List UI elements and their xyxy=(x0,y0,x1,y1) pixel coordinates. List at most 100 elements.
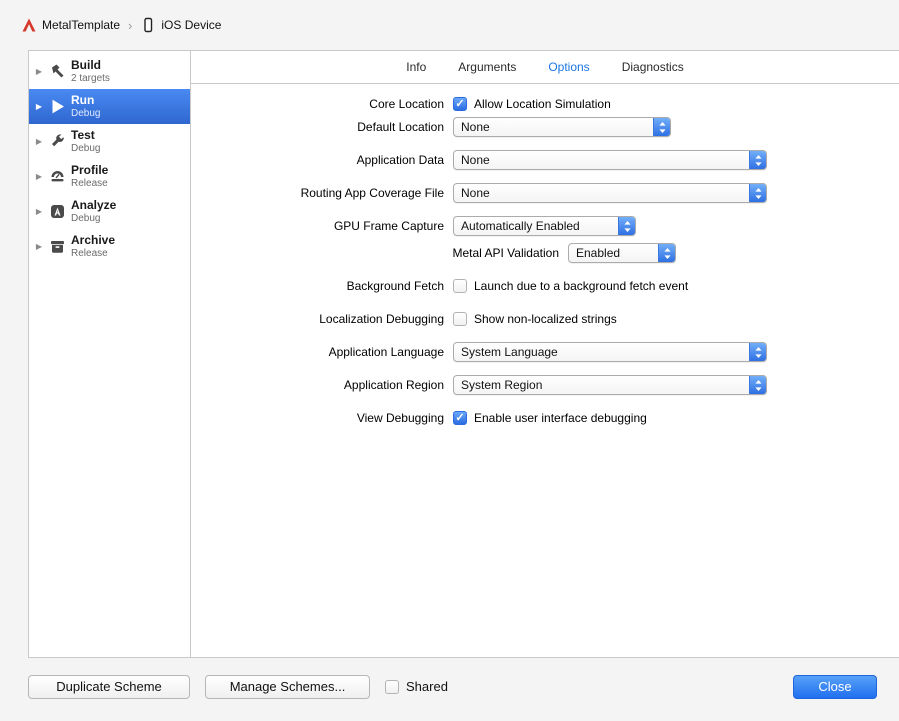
application-language-select[interactable]: System Language xyxy=(453,342,767,362)
sidebar-item-run[interactable]: ▶ Run Debug xyxy=(29,89,190,124)
disclosure-triangle-icon[interactable]: ▶ xyxy=(34,67,44,76)
destination-name: iOS Device xyxy=(161,18,222,32)
dropdown-stepper-icon xyxy=(618,217,635,235)
disclosure-triangle-icon[interactable]: ▶ xyxy=(34,207,44,216)
disclosure-triangle-icon[interactable]: ▶ xyxy=(34,242,44,251)
sidebar-item-sublabel: Release xyxy=(71,247,108,259)
sidebar-item-sublabel: Debug xyxy=(71,212,101,224)
application-language-label: Application Language xyxy=(328,345,444,359)
default-location-select[interactable]: None xyxy=(453,117,671,137)
sidebar-item-sublabel: Release xyxy=(71,177,108,189)
archive-box-icon xyxy=(49,238,66,255)
ios-device-icon xyxy=(140,17,156,33)
options-form: Core Location Allow Location Simulation … xyxy=(191,84,899,441)
core-location-row: Core Location Allow Location Simulation xyxy=(191,94,899,114)
breadcrumb-scheme[interactable]: MetalTemplate xyxy=(21,17,120,33)
sidebar-item-archive[interactable]: ▶ Archive Release xyxy=(29,229,190,264)
tab-info[interactable]: Info xyxy=(406,60,426,74)
metal-api-validation-row: Metal API Validation Enabled xyxy=(191,243,899,263)
routing-app-coverage-value: None xyxy=(461,186,490,200)
view-debugging-label: View Debugging xyxy=(356,411,444,425)
application-data-value: None xyxy=(461,153,490,167)
profile-gauge-icon xyxy=(49,168,66,185)
shared-option: Shared xyxy=(385,679,448,694)
default-location-row: Default Location None xyxy=(191,117,899,137)
allow-location-simulation-label: Allow Location Simulation xyxy=(474,97,611,111)
localization-debugging-label: Localization Debugging xyxy=(319,312,444,326)
application-data-label: Application Data xyxy=(356,153,444,167)
localization-debugging-checkbox[interactable] xyxy=(453,312,467,326)
view-debugging-checkbox-label: Enable user interface debugging xyxy=(474,411,647,425)
gpu-frame-capture-select[interactable]: Automatically Enabled xyxy=(453,216,636,236)
allow-location-simulation-checkbox[interactable] xyxy=(453,97,467,111)
gpu-frame-capture-value: Automatically Enabled xyxy=(461,219,580,233)
sidebar-item-label: Build xyxy=(71,58,101,73)
background-fetch-checkbox[interactable] xyxy=(453,279,467,293)
dropdown-stepper-icon xyxy=(749,184,766,202)
dropdown-stepper-icon xyxy=(658,244,675,262)
disclosure-triangle-icon[interactable]: ▶ xyxy=(34,137,44,146)
application-region-select[interactable]: System Region xyxy=(453,375,767,395)
dropdown-stepper-icon xyxy=(749,376,766,394)
sidebar-item-analyze[interactable]: ▶ Analyze Debug xyxy=(29,194,190,229)
dropdown-stepper-icon xyxy=(749,343,766,361)
application-language-value: System Language xyxy=(461,345,558,359)
gpu-frame-capture-label: GPU Frame Capture xyxy=(333,219,444,233)
disclosure-triangle-icon[interactable]: ▶ xyxy=(34,172,44,181)
tab-diagnostics[interactable]: Diagnostics xyxy=(622,60,684,74)
routing-app-coverage-label: Routing App Coverage File xyxy=(300,186,444,200)
sidebar-item-test[interactable]: ▶ Test Debug xyxy=(29,124,190,159)
sidebar-item-sublabel: 2 targets xyxy=(71,72,110,84)
routing-app-coverage-row: Routing App Coverage File None xyxy=(191,183,899,203)
shared-label: Shared xyxy=(406,679,448,694)
analyze-a-icon xyxy=(49,203,66,220)
metal-api-validation-select[interactable]: Enabled xyxy=(568,243,676,263)
sidebar-item-label: Analyze xyxy=(71,198,117,213)
application-language-row: Application Language System Language xyxy=(191,342,899,362)
sidebar-item-sublabel: Debug xyxy=(71,107,101,119)
build-hammer-icon xyxy=(49,63,66,80)
shared-checkbox[interactable] xyxy=(385,679,399,694)
application-region-label: Application Region xyxy=(343,378,444,392)
sidebar-item-label: Run xyxy=(71,93,95,108)
options-pane: Info Arguments Options Diagnostics Core … xyxy=(191,51,899,657)
background-fetch-label: Background Fetch xyxy=(346,279,444,293)
default-location-label: Default Location xyxy=(357,120,444,134)
routing-app-coverage-select[interactable]: None xyxy=(453,183,767,203)
close-button[interactable]: Close xyxy=(793,675,877,699)
duplicate-scheme-button[interactable]: Duplicate Scheme xyxy=(28,675,190,699)
scheme-actions-sidebar: ▶ Build 2 targets ▶ Run Debug ▶ Test Deb… xyxy=(29,51,191,657)
application-data-select[interactable]: None xyxy=(453,150,767,170)
sidebar-item-label: Profile xyxy=(71,163,109,178)
localization-debugging-checkbox-label: Show non-localized strings xyxy=(474,312,617,326)
manage-schemes-button[interactable]: Manage Schemes... xyxy=(205,675,370,699)
dialog-footer: Duplicate Scheme Manage Schemes... Share… xyxy=(0,658,899,721)
view-debugging-row: View Debugging Enable user interface deb… xyxy=(191,408,899,428)
sidebar-item-sublabel: Debug xyxy=(71,142,101,154)
breadcrumb: MetalTemplate › iOS Device xyxy=(0,0,899,50)
sidebar-item-profile[interactable]: ▶ Profile Release xyxy=(29,159,190,194)
tab-options[interactable]: Options xyxy=(548,60,589,74)
tab-arguments[interactable]: Arguments xyxy=(458,60,516,74)
application-region-value: System Region xyxy=(461,378,543,392)
dropdown-stepper-icon xyxy=(749,151,766,169)
sidebar-item-label: Archive xyxy=(71,233,116,248)
core-location-label: Core Location xyxy=(369,97,444,111)
gpu-frame-capture-row: GPU Frame Capture Automatically Enabled xyxy=(191,216,899,236)
sidebar-item-build[interactable]: ▶ Build 2 targets xyxy=(29,54,190,89)
application-data-row: Application Data None xyxy=(191,150,899,170)
run-play-icon xyxy=(49,98,66,115)
scheme-name: MetalTemplate xyxy=(42,18,121,32)
breadcrumb-destination[interactable]: iOS Device xyxy=(140,17,221,33)
disclosure-triangle-icon[interactable]: ▶ xyxy=(34,102,44,111)
dropdown-stepper-icon xyxy=(653,118,670,136)
sidebar-item-label: Test xyxy=(71,128,95,143)
metal-api-validation-label: Metal API Validation xyxy=(452,246,559,260)
scheme-editor-body: ▶ Build 2 targets ▶ Run Debug ▶ Test Deb… xyxy=(28,50,899,658)
view-debugging-checkbox[interactable] xyxy=(453,411,467,425)
localization-debugging-row: Localization Debugging Show non-localize… xyxy=(191,309,899,329)
application-region-row: Application Region System Region xyxy=(191,375,899,395)
metal-app-icon xyxy=(21,17,37,33)
breadcrumb-separator: › xyxy=(128,17,133,33)
tab-bar: Info Arguments Options Diagnostics xyxy=(191,51,899,84)
